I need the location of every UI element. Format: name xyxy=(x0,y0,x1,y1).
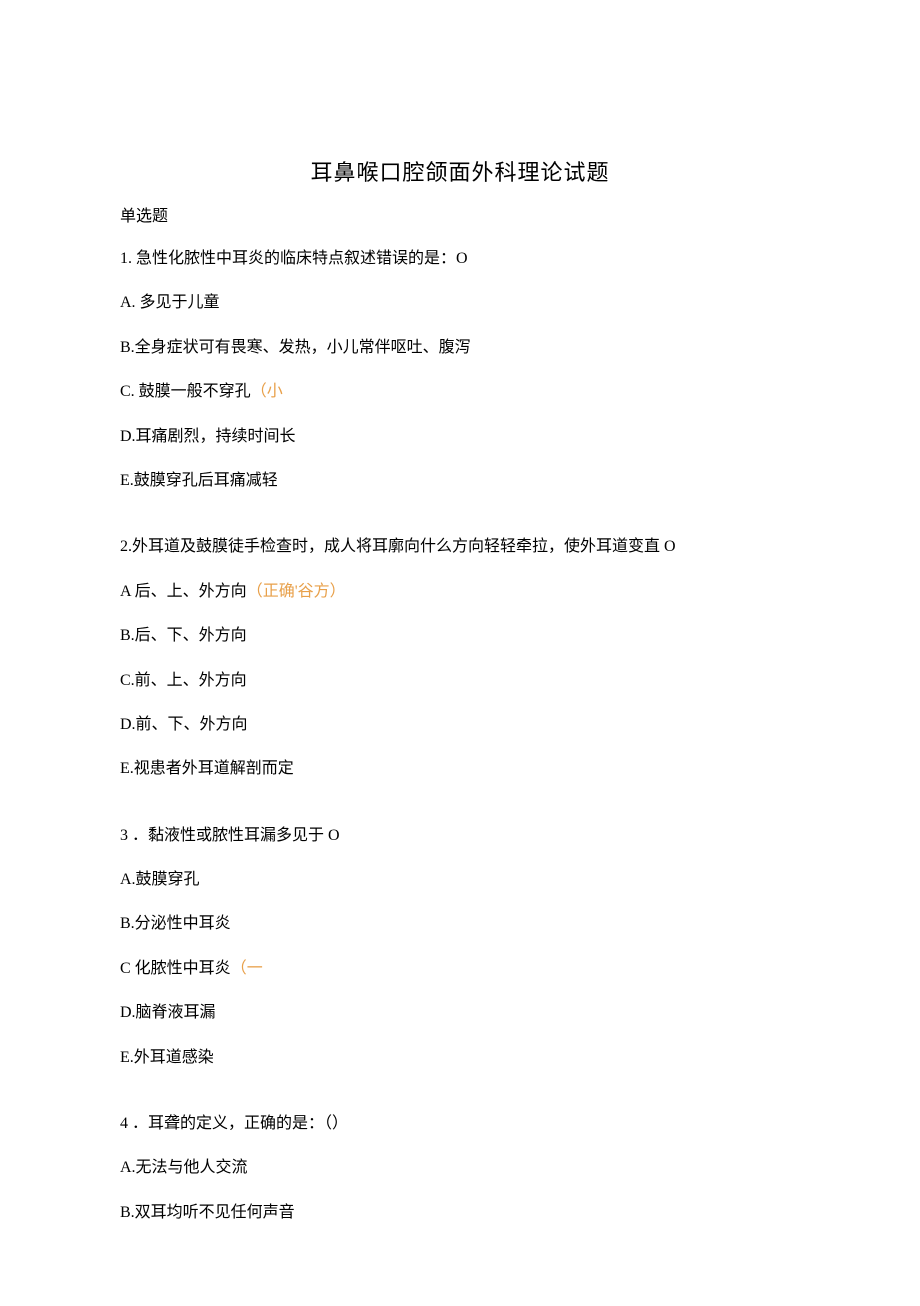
option-text: A.鼓膜穿孔 xyxy=(120,871,200,888)
option-text: C 化脓性中耳炎 xyxy=(120,960,231,977)
question-option: D.耳痛剧烈，持续时间长 xyxy=(120,426,800,448)
option-text: B.双耳均听不见任何声音 xyxy=(120,1204,295,1221)
question-option: C. 鼓膜一般不穿孔（小 xyxy=(120,381,800,403)
option-text: A 后、上、外方向 xyxy=(120,583,247,600)
question-stem: 2.外耳道及鼓膜徒手检查时，成人将耳廓向什么方向轻轻牵拉，使外耳道变直 O xyxy=(120,536,800,558)
question-option: C 化脓性中耳炎（一 xyxy=(120,958,800,980)
spacer xyxy=(120,803,800,825)
option-text: B.后、下、外方向 xyxy=(120,627,247,644)
option-text: E.鼓膜穿孔后耳痛减轻 xyxy=(120,472,278,489)
option-text: C. 鼓膜一般不穿孔 xyxy=(120,383,251,400)
section-label: 单选题 xyxy=(120,202,800,226)
question-option: E.外耳道感染 xyxy=(120,1047,800,1069)
question-option: E.鼓膜穿孔后耳痛减轻 xyxy=(120,470,800,492)
page-content: 耳鼻喉口腔颌面外科理论试题 单选题 1. 急性化脓性中耳炎的临床特点叙述错误的是… xyxy=(0,0,920,1306)
page-title: 耳鼻喉口腔颌面外科理论试题 xyxy=(120,155,800,187)
spacer xyxy=(120,1091,800,1113)
option-annotation: （小 xyxy=(251,383,283,400)
spacer xyxy=(120,514,800,536)
question-option: A. 多见于儿童 xyxy=(120,292,800,314)
question-option: B.双耳均听不见任何声音 xyxy=(120,1202,800,1224)
question-stem: 4 ．耳聋的定义，正确的是：（） xyxy=(120,1113,800,1135)
option-text: C.前、上、外方向 xyxy=(120,672,247,689)
question-option: C.前、上、外方向 xyxy=(120,670,800,692)
question-option: D.前、下、外方向 xyxy=(120,714,800,736)
question-option: B.分泌性中耳炎 xyxy=(120,913,800,935)
question-stem: 1. 急性化脓性中耳炎的临床特点叙述错误的是：O xyxy=(120,248,800,270)
question-option: B.后、下、外方向 xyxy=(120,625,800,647)
option-annotation: （一 xyxy=(231,960,263,977)
option-text: D.耳痛剧烈，持续时间长 xyxy=(120,428,296,445)
question-stem: 3 ．黏液性或脓性耳漏多见于 O xyxy=(120,825,800,847)
option-text: D.脑脊液耳漏 xyxy=(120,1004,216,1021)
question-option: D.脑脊液耳漏 xyxy=(120,1002,800,1024)
question-option: A.无法与他人交流 xyxy=(120,1157,800,1179)
option-text: B.全身症状可有畏寒、发热，小儿常伴呕吐、腹泻 xyxy=(120,339,471,356)
question-option: B.全身症状可有畏寒、发热，小儿常伴呕吐、腹泻 xyxy=(120,337,800,359)
option-text: D.前、下、外方向 xyxy=(120,716,248,733)
option-annotation: （正确'谷方） xyxy=(247,583,346,600)
option-text: B.分泌性中耳炎 xyxy=(120,915,231,932)
option-text: E.视患者外耳道解剖而定 xyxy=(120,760,294,777)
option-text: A.无法与他人交流 xyxy=(120,1159,248,1176)
question-option: E.视患者外耳道解剖而定 xyxy=(120,758,800,780)
question-option: A.鼓膜穿孔 xyxy=(120,869,800,891)
question-option: A 后、上、外方向（正确'谷方） xyxy=(120,581,800,603)
option-text: E.外耳道感染 xyxy=(120,1049,214,1066)
option-text: A. 多见于儿童 xyxy=(120,294,220,311)
